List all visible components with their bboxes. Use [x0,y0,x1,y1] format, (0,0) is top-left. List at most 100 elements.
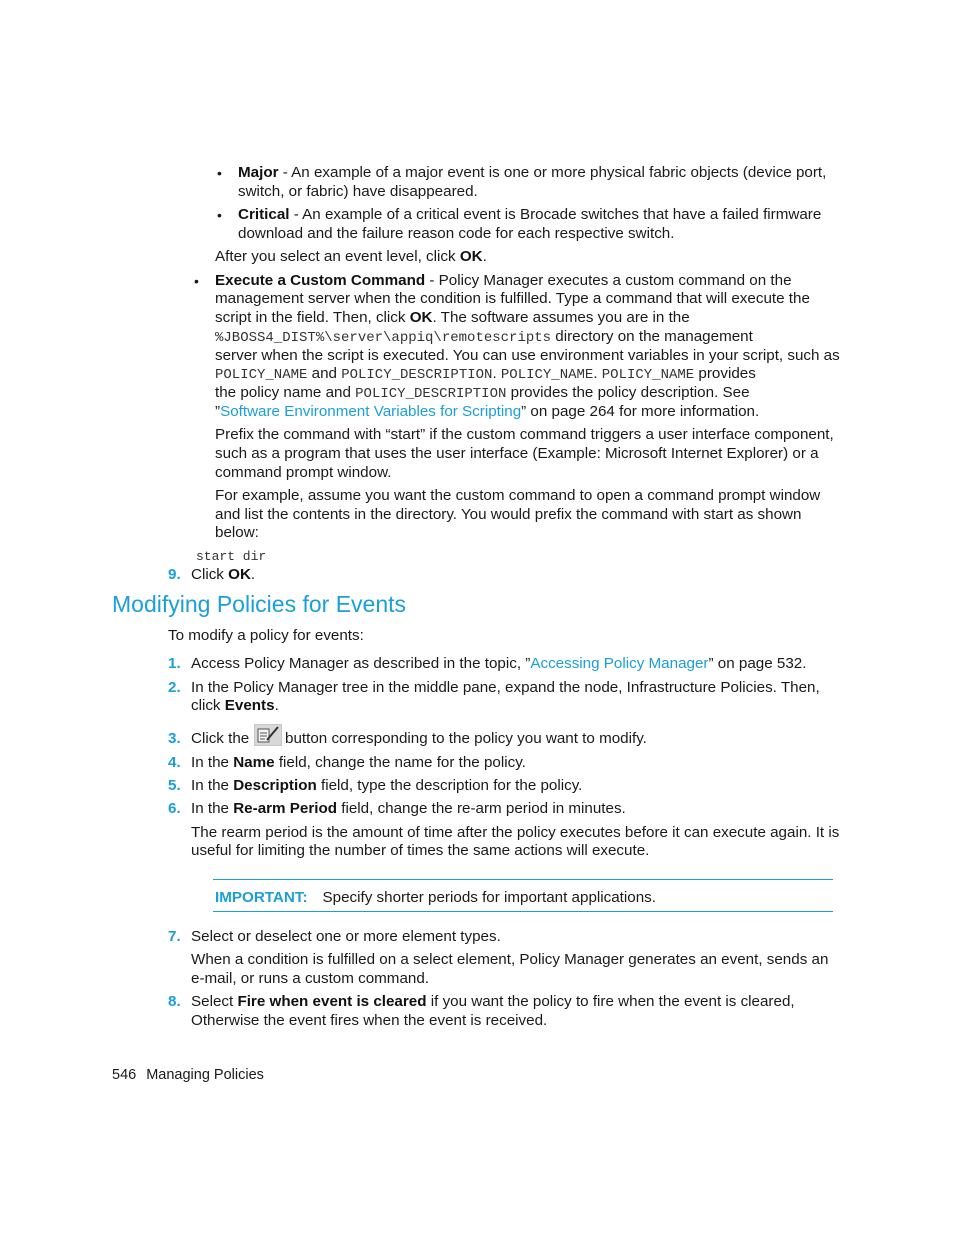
code-path: %JBOSS4_DIST%\server\appiq\remotescripts [215,330,552,346]
critical-label: Critical [238,206,290,223]
chapter-title: Managing Policies [146,1067,264,1083]
text: provides the policy description. See [506,384,750,401]
major-text-cont: switch, or fabric) have disappeared. [238,183,478,200]
step-9: Click OK. [191,565,255,584]
text: command prompt window. [215,464,392,481]
code-example: start dir [196,549,267,564]
step-number: 9. [168,566,181,583]
after-select-text: After you select an event level, click O… [215,247,487,266]
step-number: 8. [168,993,181,1010]
text: POLICY_NAME and POLICY_DESCRIPTION. POLI… [215,364,756,385]
step-number: 1. [168,655,181,672]
text: button corresponding to the policy you w… [285,730,647,747]
text: useful for limiting the number of times … [191,842,650,859]
critical-text-cont: download and the failure reason code for… [238,225,675,242]
major-label: Major [238,164,279,181]
text: In the [191,754,234,771]
text: In the [191,777,234,794]
text: Select [191,993,238,1010]
important-label: IMPORTANT: [215,889,308,906]
text: the policy name and [215,384,356,401]
code-var: POLICY_DESCRIPTION [341,367,493,383]
bullet-icon: • [217,165,222,181]
text: The rearm period is the amount of time a… [191,824,840,841]
ok-label: OK [228,566,251,583]
step-2: In the Policy Manager tree in the middle… [191,679,820,696]
important-note: IMPORTANT: Specify shorter periods for im… [215,888,656,907]
code-var: POLICY_NAME [500,367,594,383]
step-8: Select Fire when event is cleared if you… [191,992,795,1011]
text: the policy name and POLICY_DESCRIPTION p… [215,383,750,404]
step-number: 2. [168,679,181,696]
text: script in the field. Then, click OK. The… [215,308,690,327]
text: provides [694,365,756,382]
text: click Events. [191,696,279,715]
important-text: Specify shorter periods for important ap… [322,889,656,906]
text: field, change the re-arm period in minut… [337,800,626,817]
accessing-policy-manager-link[interactable]: Accessing Policy Manager [530,655,708,672]
page-number: 546 [112,1067,137,1083]
text: Prefix the command with “start” if the c… [215,426,834,443]
software-env-vars-link[interactable]: Software Environment Variables for Scrip… [220,403,521,420]
code-var: POLICY_NAME [601,367,695,383]
text: Access Policy Manager as described in th… [191,655,531,672]
text: Click [191,566,229,583]
edit-policy-icon [254,724,282,746]
step-number: 7. [168,928,181,945]
step-number: 4. [168,754,181,771]
text: if you want the policy to fire when the … [426,993,795,1010]
text: server when the script is executed. You … [215,347,840,364]
text: . [482,248,487,265]
custom-command-item: Execute a Custom Command - Policy Manage… [215,271,792,290]
bullet-icon: • [194,273,199,289]
step-6: In the Re-arm Period field, change the r… [191,799,626,818]
critical-item: Critical - An example of a critical even… [238,205,821,224]
major-text: - An example of a major event is one or … [278,164,827,181]
step-number: 5. [168,777,181,794]
step-3: Click the [191,729,249,748]
critical-text: - An example of a critical event is Broc… [289,206,822,223]
step-1: Access Policy Manager as described in th… [191,654,806,673]
text: e-mail, or runs a custom command. [191,970,430,987]
section-heading: Modifying Policies for Events [112,591,407,617]
text: field, type the description for the poli… [316,777,583,794]
text: click [191,697,225,714]
text: - Policy Manager executes a custom comma… [425,272,792,289]
step-4: In the Name field, change the name for t… [191,753,526,772]
step-7: Select or deselect one or more element t… [191,928,501,945]
bullet-icon: • [217,207,222,223]
text: For example, assume you want the custom … [215,487,821,504]
major-item: Major - An example of a major event is o… [238,163,826,182]
text: . [492,365,501,382]
fire-when-cleared-label: Fire when event is cleared [237,993,427,1010]
text: After you select an event level, click [215,248,460,265]
text: ” on page 532. [708,655,807,672]
text: such as a program that uses the user int… [215,445,819,462]
text: When a condition is fulfilled on a selec… [191,951,829,968]
events-label: Events [224,697,275,714]
text: and [307,365,342,382]
text: ”Software Environment Variables for Scri… [215,402,759,421]
text: Otherwise the event fires when the event… [191,1012,548,1029]
important-bottom-rule [213,911,833,912]
text: management server when the condition is … [215,290,810,307]
section-intro: To modify a policy for events: [168,627,364,644]
ok-label: OK [459,248,483,265]
name-label: Name [233,754,275,771]
text: In the [191,800,234,817]
description-label: Description [233,777,317,794]
text: %JBOSS4_DIST%\server\appiq\remotescripts… [215,327,753,348]
important-top-rule [213,879,833,880]
text: script in the field. Then, click [215,309,410,326]
edit-policy-icon-glyph [257,726,279,743]
step-5: In the Description field, type the descr… [191,776,582,795]
text: ” on page 264 for more information. [521,403,760,420]
ok-label: OK [409,309,433,326]
text: . [593,365,602,382]
page-footer: 546 Managing Policies [112,1067,264,1083]
step-number: 3. [168,730,181,747]
text: and list the contents in the directory. … [215,506,802,523]
text: . [250,566,256,583]
code-var: POLICY_DESCRIPTION [355,386,507,402]
text: below: [215,524,259,541]
